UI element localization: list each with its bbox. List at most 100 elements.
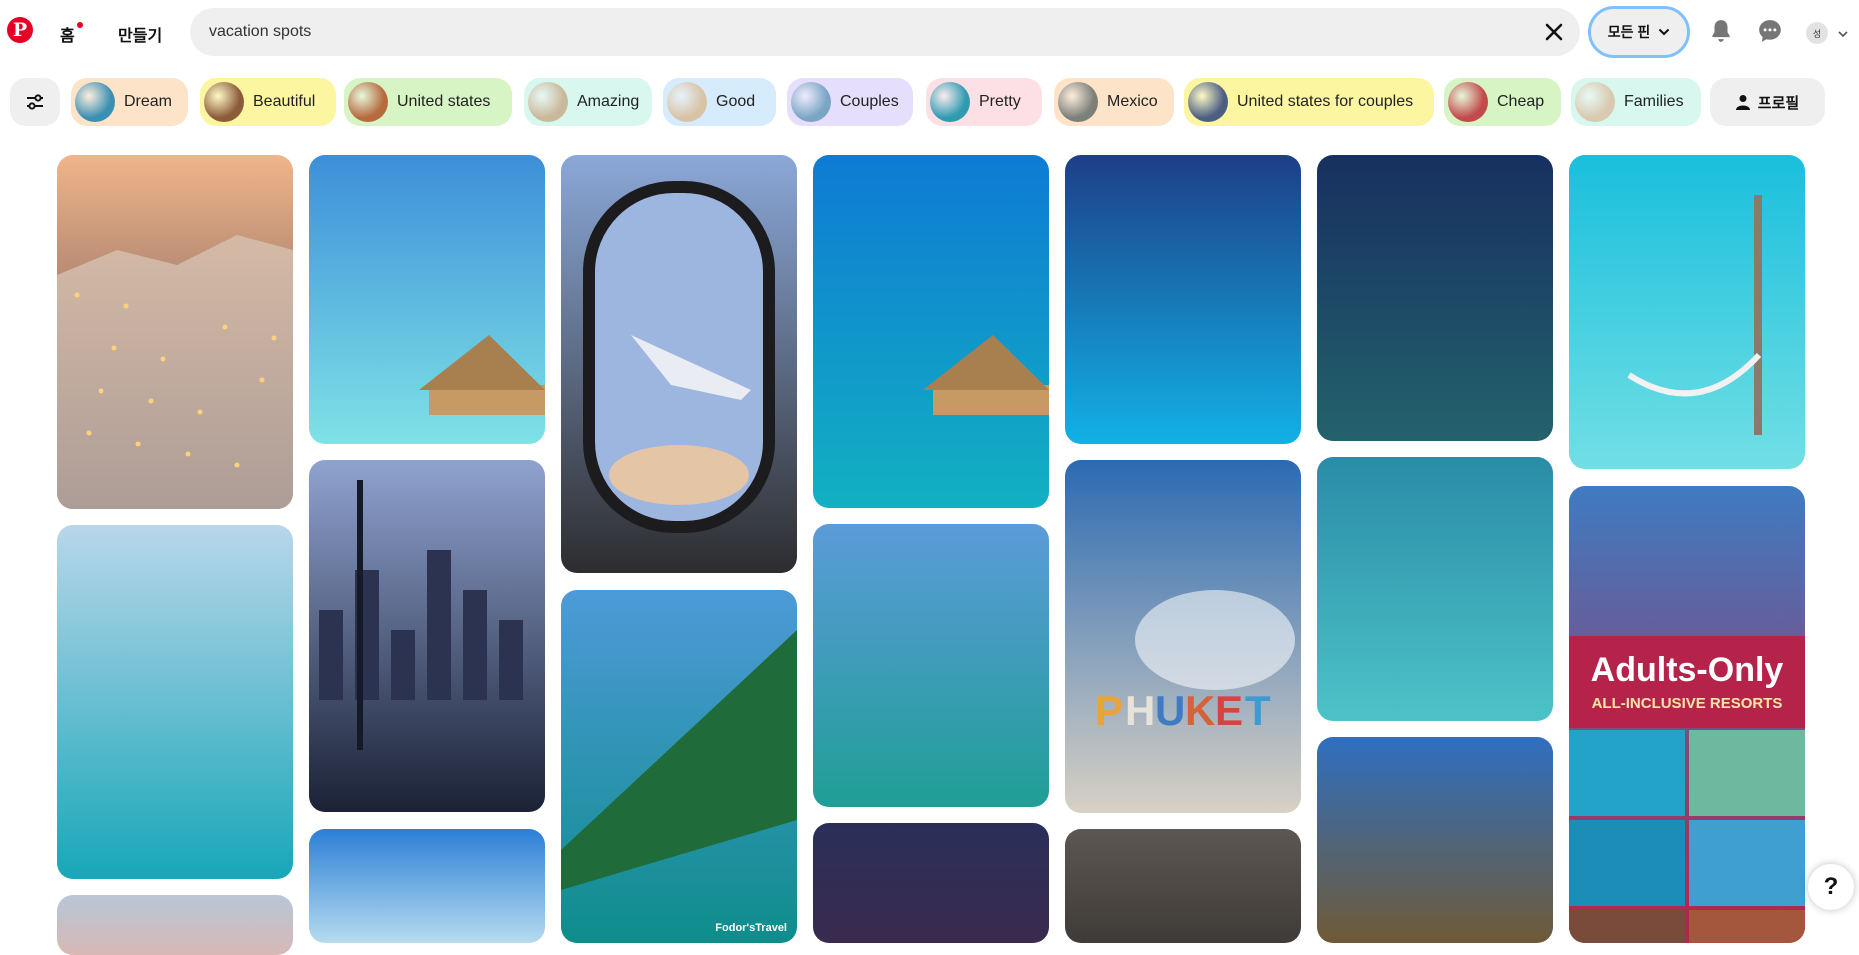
pin-pin-col2-3[interactable]	[309, 829, 545, 943]
pin-image	[1317, 155, 1553, 441]
adults-only-subtitle: ALL-INCLUSIVE RESORTS	[1592, 695, 1783, 712]
chip-label: Beautiful	[253, 93, 316, 110]
fodors-watermark: Fodor'sTravel	[715, 922, 787, 934]
phuket-letter: H	[1125, 687, 1155, 734]
chip-label: Mexico	[1107, 93, 1158, 110]
chip-thumbnail	[667, 82, 707, 122]
chip-label: Dream	[124, 93, 173, 110]
chip-label: Pretty	[979, 93, 1021, 110]
messages-icon[interactable]	[1757, 18, 1783, 44]
pin-image	[1569, 155, 1805, 469]
pin-resort-pool-night[interactable]	[1065, 155, 1301, 444]
search-chip-mexico[interactable]: Mexico	[1054, 78, 1174, 126]
top-header: P 홈 만들기 모든 핀 성	[0, 0, 1859, 66]
chip-label: Couples	[840, 93, 899, 110]
pin-thatched-roof-sky[interactable]	[1317, 737, 1553, 943]
pin-image	[1065, 155, 1301, 444]
chip-label: Good	[716, 93, 756, 110]
chip-thumbnail	[204, 82, 244, 122]
search-chip-couples[interactable]: Couples	[787, 78, 913, 126]
user-avatar[interactable]: 성	[1806, 22, 1828, 44]
search-chip-good[interactable]: Good	[663, 78, 776, 126]
pin-hammock-sea[interactable]	[1569, 155, 1805, 469]
pin-image	[309, 155, 545, 444]
pin-cave-rock[interactable]	[1065, 829, 1301, 943]
search-chip-beautiful[interactable]: Beautiful	[200, 78, 336, 126]
clear-search-icon[interactable]	[1542, 20, 1566, 44]
pin-image	[309, 829, 545, 943]
chip-label: United states for couples	[1237, 93, 1414, 110]
phuket-letter: E	[1215, 687, 1243, 734]
pin-image	[57, 525, 293, 879]
profile-filter-chip[interactable]: 프로필	[1710, 78, 1825, 126]
chip-thumbnail	[1188, 82, 1228, 122]
pin-image: Fodor'sTravel	[561, 590, 797, 943]
help-button[interactable]: ?	[1808, 864, 1854, 910]
pin-adults-only-resorts[interactable]: Adults-Only ALL-INCLUSIVE RESORTS	[1569, 486, 1805, 943]
nav-home-label: 홈	[60, 28, 75, 45]
pinterest-logo[interactable]: P	[2, 12, 38, 48]
search-bar[interactable]	[190, 8, 1580, 56]
pin-luxury-villa-pool[interactable]	[1317, 155, 1553, 441]
pin-image	[561, 155, 797, 573]
pinterest-logo-icon: P	[7, 17, 33, 43]
pin-cliff-lagoon[interactable]	[57, 525, 293, 879]
nav-create[interactable]: 만들기	[118, 22, 162, 46]
chip-label: Families	[1624, 93, 1684, 110]
chip-thumbnail	[930, 82, 970, 122]
pin-image	[309, 460, 545, 812]
account-chevron-icon[interactable]	[1838, 30, 1848, 38]
pin-image	[57, 155, 293, 509]
pin-overwater-bungalow[interactable]	[813, 155, 1049, 508]
pin-image: PHUKET	[1065, 460, 1301, 813]
chip-thumbnail	[1058, 82, 1098, 122]
search-chip-united-states[interactable]: United states	[344, 78, 512, 126]
pin-overwater-villas-aerial[interactable]	[1317, 457, 1553, 721]
search-chip-dream[interactable]: Dream	[71, 78, 188, 126]
pin-image	[57, 895, 293, 955]
pin-filter-label: 모든 핀	[1607, 24, 1651, 40]
pin-image: Adults-Only ALL-INCLUSIVE RESORTS	[1569, 486, 1805, 943]
chip-thumbnail	[348, 82, 388, 122]
chip-label: Cheap	[1497, 93, 1545, 110]
phuket-letter: P	[1095, 687, 1123, 734]
pin-image	[1065, 829, 1301, 943]
pin-phuket-sign[interactable]: PHUKET	[1065, 460, 1301, 813]
pin-filter-dropdown[interactable]: 모든 핀	[1588, 6, 1690, 58]
adults-only-title: Adults-Only	[1591, 651, 1784, 689]
pin-image	[813, 155, 1049, 508]
pin-infinity-pool-city[interactable]	[309, 460, 545, 812]
pin-santorini-sunset[interactable]	[57, 155, 293, 509]
chip-label: Amazing	[577, 93, 640, 110]
pin-tropical-beach[interactable]	[309, 155, 545, 444]
pin-image	[813, 823, 1049, 943]
search-input[interactable]	[207, 22, 1511, 42]
phuket-letter: K	[1185, 687, 1215, 734]
chip-thumbnail	[1448, 82, 1488, 122]
search-chip-united-states-for-couples[interactable]: United states for couples	[1184, 78, 1434, 126]
pin-image	[813, 524, 1049, 807]
chip-label: United states	[397, 93, 491, 110]
chevron-down-icon	[1659, 29, 1670, 36]
search-chip-families[interactable]: Families	[1571, 78, 1701, 126]
pin-green-mountain-lake[interactable]: Fodor'sTravel	[561, 590, 797, 943]
search-chip-cheap[interactable]: Cheap	[1444, 78, 1561, 126]
chip-thumbnail	[1575, 82, 1615, 122]
pin-pin-col1-3[interactable]	[57, 895, 293, 955]
person-icon	[1735, 95, 1750, 110]
pin-bungalow-deck[interactable]	[813, 524, 1049, 807]
nav-home[interactable]: 홈	[60, 22, 83, 46]
pin-palm-night[interactable]	[813, 823, 1049, 943]
pin-image	[1317, 737, 1553, 943]
search-chip-amazing[interactable]: Amazing	[524, 78, 652, 126]
search-chip-pretty[interactable]: Pretty	[926, 78, 1042, 126]
chip-thumbnail	[75, 82, 115, 122]
profile-chip-label: 프로필	[1757, 94, 1800, 112]
filter-settings-button[interactable]	[10, 78, 60, 126]
chip-thumbnail	[528, 82, 568, 122]
pin-image	[1317, 457, 1553, 721]
notifications-bell-icon[interactable]	[1708, 18, 1734, 44]
sliders-icon	[27, 94, 43, 110]
pin-airplane-window[interactable]	[561, 155, 797, 573]
phuket-letter: U	[1155, 687, 1185, 734]
